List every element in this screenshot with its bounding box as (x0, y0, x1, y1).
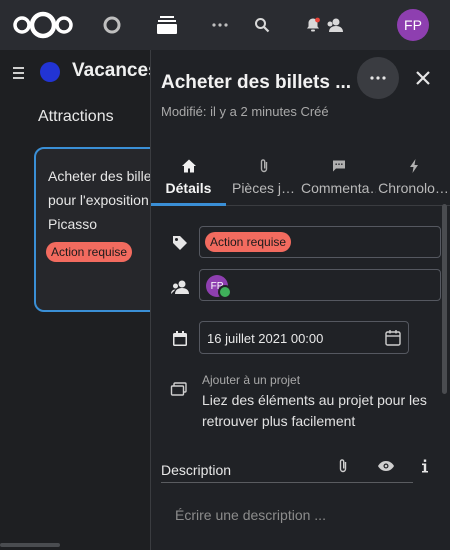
calendar-icon (173, 331, 187, 346)
tab-attachments[interactable]: Pièces j… (226, 154, 301, 204)
label-tag[interactable]: Action requise (205, 232, 292, 252)
card-label-tag: Action requise (46, 242, 133, 262)
nextcloud-logo-icon[interactable] (12, 11, 74, 39)
more-apps-icon[interactable] (208, 14, 232, 36)
description-divider (161, 482, 413, 483)
menu-icon[interactable] (12, 66, 28, 80)
tab-label: Commenta… (301, 180, 376, 196)
paperclip-icon (260, 159, 268, 173)
sidebar-title[interactable]: Acheter des billets ... (161, 72, 357, 94)
assignees-icon (171, 280, 189, 294)
description-heading: Description (161, 462, 232, 478)
notifications-icon[interactable] (302, 14, 324, 36)
tab-timeline[interactable]: Chronolo… (376, 154, 450, 204)
project-icon (170, 382, 187, 396)
labels-select[interactable]: Action requise (199, 226, 441, 258)
calendar-picker-icon[interactable] (384, 329, 402, 347)
files-app-icon[interactable] (100, 13, 124, 37)
home-icon (182, 159, 196, 173)
ellipsis-icon (370, 76, 386, 80)
search-icon[interactable] (251, 14, 273, 36)
deck-app-icon[interactable] (154, 12, 180, 38)
due-date-input[interactable]: 16 juillet 2021 00:00 (199, 321, 409, 354)
project-heading[interactable]: Ajouter à un projet (202, 373, 300, 387)
comment-icon (333, 160, 345, 172)
board-color-dot (40, 62, 60, 82)
online-status-indicator (218, 285, 232, 299)
tab-comments[interactable]: Commenta… (301, 154, 376, 204)
tab-label: Détails (165, 180, 212, 196)
user-avatar[interactable]: FP (397, 9, 429, 41)
assignees-select[interactable]: FP (199, 269, 441, 301)
due-date-value: 16 juillet 2021 00:00 (207, 331, 324, 346)
info-icon[interactable] (417, 458, 433, 474)
top-header: FP (0, 0, 450, 50)
tab-details[interactable]: Détails (151, 154, 226, 204)
contacts-icon[interactable] (323, 13, 347, 37)
more-actions-button[interactable] (357, 57, 399, 99)
lightning-icon (410, 159, 418, 173)
card-details-sidebar: Acheter des billets ... Modifié: il y a … (150, 50, 450, 550)
tab-label: Chronolo… (378, 180, 449, 196)
card[interactable]: Acheter des billets pour l'exposition Pi… (34, 147, 164, 312)
card-title: Acheter des billets pour l'exposition Pi… (48, 168, 163, 232)
stack-title[interactable]: Attractions (38, 108, 114, 126)
sidebar-subtitle: Modifié: il y a 2 minutes Créé (161, 104, 329, 119)
sidebar-scrollbar[interactable] (442, 204, 447, 394)
tag-icon (173, 236, 187, 250)
sidebar-tabs: Détails Pièces j… Commenta… Chronolo… (151, 154, 450, 206)
active-tab-indicator (151, 203, 226, 206)
tab-label: Pièces j… (231, 180, 296, 196)
board-horizontal-scrollbar[interactable] (0, 543, 60, 547)
close-icon[interactable] (413, 68, 433, 88)
paperclip-icon[interactable] (335, 458, 351, 474)
project-description: Liez des éléments au projet pour les ret… (202, 392, 427, 429)
description-editor[interactable]: Écrire une description ... (175, 507, 326, 523)
preview-eye-icon[interactable] (377, 459, 395, 473)
board-title[interactable]: Vacances (72, 60, 150, 82)
